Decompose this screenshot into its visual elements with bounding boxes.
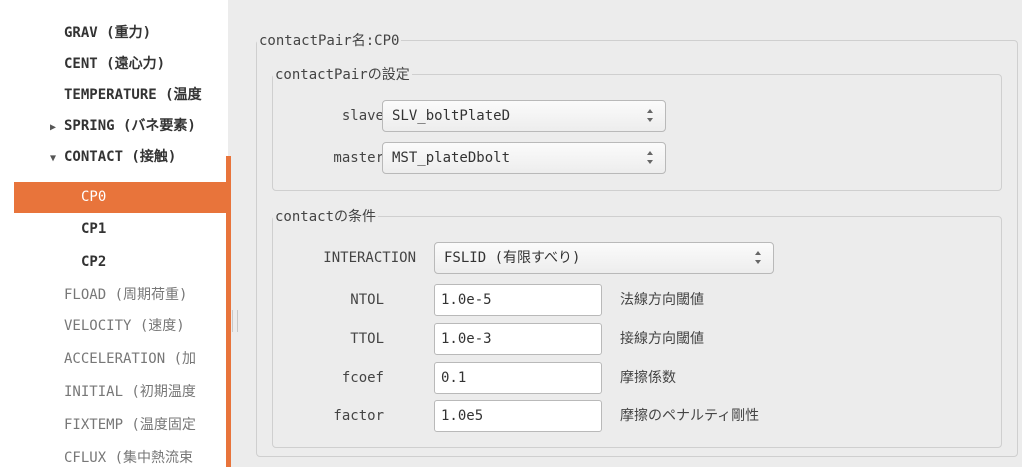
tree-item-label: TEMPERATURE (温度 (64, 87, 202, 103)
settings-title: contactPairの設定 (275, 67, 410, 83)
factor-description: 摩擦のペナルティ剛性 (620, 408, 760, 424)
collapse-arrow-icon[interactable]: ▼ (50, 143, 64, 174)
tree-item-label: CENT (遠心力) (64, 56, 166, 72)
tree-item-velocity[interactable]: VELOCITY (速度) (0, 311, 228, 342)
slave-combo[interactable]: SLV_boltPlateD (382, 100, 666, 132)
fcoef-label: fcoef (341, 370, 384, 386)
ttol-description: 接線方向閾値 (620, 331, 704, 347)
conditions-title: contactの条件 (275, 209, 377, 225)
master-combo[interactable]: MST_plateDbolt (382, 142, 666, 174)
splitter-handle[interactable] (232, 310, 238, 332)
tree-item-label: ACCELERATION (加 (64, 351, 197, 367)
tree-item-fixtemp[interactable]: FIXTEMP (温度固定 (0, 410, 228, 441)
interaction-combo[interactable]: FSLID (有限すべり) (434, 242, 774, 274)
tree-item-label: SPRING (バネ要素) (64, 118, 196, 134)
tree-item-label: GRAV (重力) (64, 25, 152, 41)
tree-scrollbar[interactable] (226, 156, 231, 467)
tree-item-label: CFLUX (集中熱流束 (64, 450, 194, 466)
tree-item-label: FIXTEMP (温度固定 (64, 417, 196, 433)
tree-item-cp0[interactable]: CP0 (14, 182, 226, 213)
tree-item-label: VELOCITY (速度) (64, 318, 185, 334)
combo-spin-icon (647, 150, 655, 166)
tree-item-label: INITIAL (初期温度 (64, 384, 196, 400)
factor-label: factor (333, 408, 384, 424)
master-label: master (333, 150, 384, 166)
master-value: MST_plateDbolt (392, 150, 511, 166)
ttol-label: TTOL (350, 331, 384, 347)
expand-arrow-icon[interactable]: ▶ (50, 112, 64, 143)
fcoef-value: 0.1 (441, 370, 467, 386)
tree-item-label: CONTACT (接触) (64, 149, 177, 165)
fcoef-description: 摩擦係数 (620, 370, 676, 386)
tree-item-acceleration[interactable]: ACCELERATION (加 (0, 344, 228, 375)
tree-item-label: FLOAD (周期荷重) (64, 287, 188, 303)
interaction-value: FSLID (有限すべり) (444, 250, 581, 266)
ntol-value: 1.0e-5 (441, 292, 492, 308)
tree-item-label: CP1 (81, 221, 107, 237)
tree-item-cp1[interactable]: CP1 (0, 214, 228, 245)
contact-pair-panel: contactPair名:CP0 contactPairの設定 slave SL… (240, 0, 1022, 467)
ttol-input[interactable]: 1.0e-3 (434, 323, 602, 355)
tree-item-grav[interactable]: GRAV (重力) (0, 18, 228, 49)
factor-input[interactable]: 1.0e5 (434, 400, 602, 432)
fcoef-input[interactable]: 0.1 (434, 362, 602, 394)
slave-label: slave (341, 108, 384, 124)
ntol-input[interactable]: 1.0e-5 (434, 284, 602, 316)
combo-spin-icon (755, 250, 763, 266)
tree-item-cflux[interactable]: CFLUX (集中熱流束 (0, 443, 228, 467)
tree-item-fload[interactable]: FLOAD (周期荷重) (0, 280, 228, 311)
ntol-description: 法線方向閾値 (620, 292, 704, 308)
tree-item-contact[interactable]: ▼ CONTACT (接触) (0, 142, 228, 173)
tree-item-temperature[interactable]: TEMPERATURE (温度 (0, 80, 228, 111)
slave-value: SLV_boltPlateD (392, 108, 511, 124)
factor-value: 1.0e5 (441, 408, 484, 424)
ttol-value: 1.0e-3 (441, 331, 492, 347)
tree-item-cp2[interactable]: CP2 (0, 247, 228, 278)
tree-panel: GRAV (重力) CENT (遠心力) TEMPERATURE (温度 ▶ SP… (0, 0, 228, 467)
tree-item-cent[interactable]: CENT (遠心力) (0, 49, 228, 80)
contact-pair-title: contactPair名:CP0 (259, 33, 400, 49)
tree-item-label: CP2 (81, 254, 107, 270)
interaction-label: INTERACTION (323, 250, 416, 266)
combo-spin-icon (647, 108, 655, 124)
tree-item-initial[interactable]: INITIAL (初期温度 (0, 377, 228, 408)
ntol-label: NTOL (350, 292, 384, 308)
tree-item-spring[interactable]: ▶ SPRING (バネ要素) (0, 111, 228, 142)
tree-item-label: CP0 (81, 189, 107, 205)
